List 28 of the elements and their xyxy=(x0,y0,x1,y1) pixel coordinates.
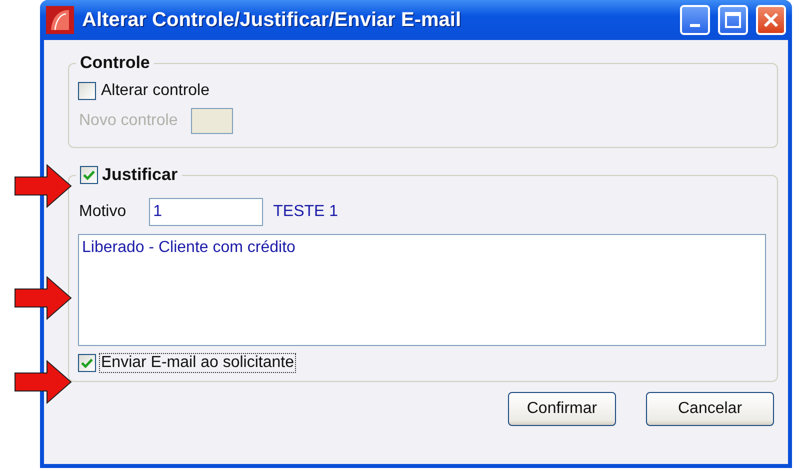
checkbox[interactable] xyxy=(78,354,96,372)
dialog-button[interactable]: Cancelar xyxy=(646,392,774,426)
input-field[interactable] xyxy=(190,108,233,134)
checkbox-label: Alterar controle xyxy=(100,82,210,100)
window-title: Alterar Controle/Justificar/Enviar E-mail xyxy=(82,8,462,32)
arrow-icon xyxy=(14,164,72,208)
input-field[interactable]: 1 xyxy=(149,198,264,226)
close-button[interactable] xyxy=(756,5,786,35)
text-area[interactable]: Liberado - Cliente com crédito xyxy=(78,234,766,346)
check-icon xyxy=(83,170,95,180)
app-icon xyxy=(46,6,74,34)
group-title: Justificar xyxy=(102,165,178,185)
dialog-button[interactable]: Confirmar xyxy=(508,392,616,426)
group-title: Controle xyxy=(80,53,150,73)
arrow-icon xyxy=(14,360,72,404)
field-label: Motivo xyxy=(78,203,128,221)
minimize-icon xyxy=(690,24,700,26)
checkbox-label: Enviar E-mail ao solicitante xyxy=(100,354,295,372)
minimize-button[interactable] xyxy=(680,5,710,35)
check-icon xyxy=(81,358,93,368)
checkbox[interactable] xyxy=(78,82,96,100)
motivo-description: TESTE 1 xyxy=(273,203,338,221)
maximize-button[interactable] xyxy=(718,5,748,35)
close-icon xyxy=(763,12,779,28)
field-label: Novo controle xyxy=(78,112,179,130)
arrow-icon xyxy=(14,276,72,320)
maximize-icon xyxy=(725,12,741,28)
checkbox[interactable] xyxy=(80,166,98,184)
